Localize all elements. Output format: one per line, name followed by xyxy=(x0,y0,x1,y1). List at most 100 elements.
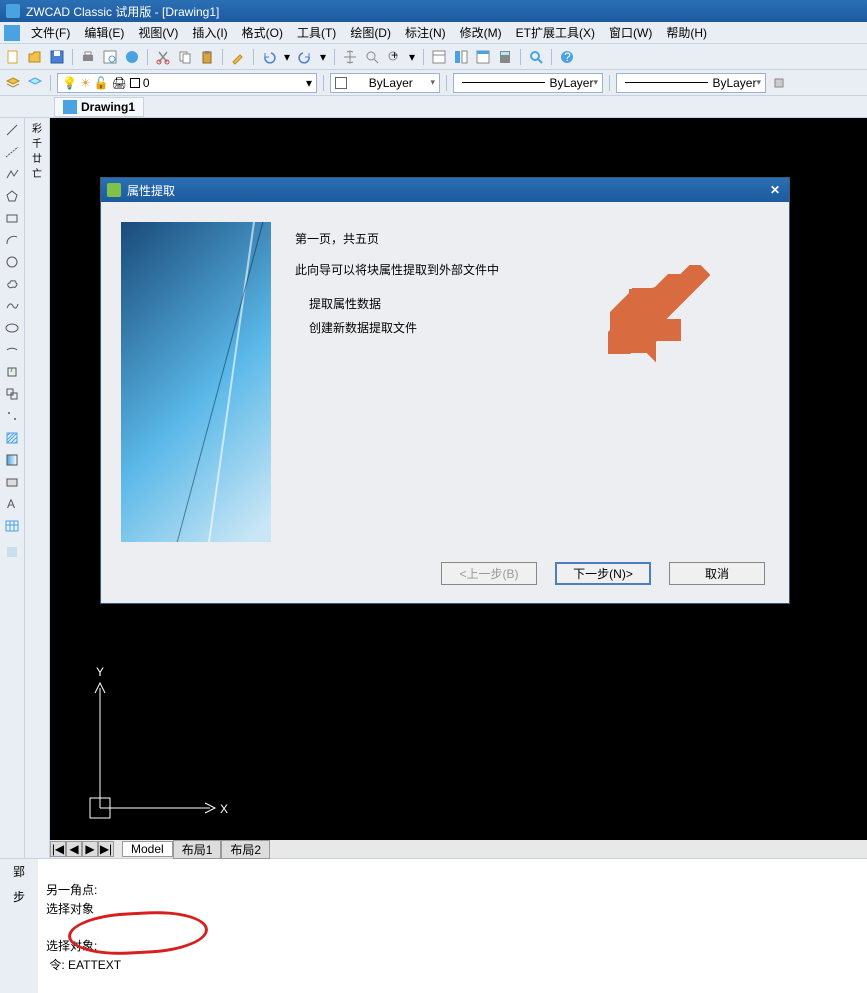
layout-tabs: |◀ ◀ ▶ ▶| Model 布局1 布局2 xyxy=(50,840,867,858)
dialog-titlebar[interactable]: 属性提取 ✕ xyxy=(101,178,789,202)
plot-icon: 🖨 xyxy=(112,76,127,90)
paste-icon[interactable] xyxy=(198,48,216,66)
find-icon[interactable] xyxy=(527,48,545,66)
tool-palettes-icon[interactable] xyxy=(474,48,492,66)
menu-view[interactable]: 视图(V) xyxy=(131,22,185,43)
spline-icon[interactable] xyxy=(2,296,22,316)
help-icon[interactable]: ? xyxy=(558,48,576,66)
dialog-icon xyxy=(107,183,121,197)
gradient-icon[interactable] xyxy=(2,450,22,470)
menu-edit[interactable]: 编辑(E) xyxy=(77,22,131,43)
new-icon[interactable] xyxy=(4,48,22,66)
tab-nav-last[interactable]: ▶| xyxy=(98,841,114,857)
cmd-line3: 选择对象: xyxy=(46,939,97,953)
cut-icon[interactable] xyxy=(154,48,172,66)
back-button: <上一步(B) xyxy=(441,562,537,585)
menu-app-icon xyxy=(4,25,20,41)
color-swatch xyxy=(130,78,140,88)
tab-nav-prev[interactable]: ◀ xyxy=(66,841,82,857)
menu-et-ext[interactable]: ET扩展工具(X) xyxy=(509,22,602,43)
properties-icon[interactable] xyxy=(430,48,448,66)
dim-style-icon[interactable] xyxy=(2,542,22,562)
command-line[interactable]: 另一角点: 选择对象 选择对象: 令: EATTEXT xyxy=(38,859,867,993)
dialog-title-text: 属性提取 xyxy=(127,182,175,199)
cmd-label-2: 步 xyxy=(13,888,25,905)
save-icon[interactable] xyxy=(48,48,66,66)
arc-icon[interactable] xyxy=(2,230,22,250)
revcloud-icon[interactable] xyxy=(2,274,22,294)
undo-icon[interactable] xyxy=(260,48,278,66)
redo-dropdown-icon[interactable]: ▾ xyxy=(318,48,328,66)
menu-format[interactable]: 格式(O) xyxy=(235,22,290,43)
next-button[interactable]: 下一步(N)> xyxy=(555,562,651,585)
print-preview-icon[interactable] xyxy=(101,48,119,66)
menubar: 文件(F) 编辑(E) 视图(V) 插入(I) 格式(O) 工具(T) 绘图(D… xyxy=(0,22,867,44)
text-icon[interactable]: A xyxy=(2,494,22,514)
print-icon[interactable] xyxy=(79,48,97,66)
tab-model[interactable]: Model xyxy=(122,841,173,857)
calculator-icon[interactable] xyxy=(496,48,514,66)
hatch-icon[interactable] xyxy=(2,428,22,448)
menu-file[interactable]: 文件(F) xyxy=(24,22,77,43)
redo-icon[interactable] xyxy=(296,48,314,66)
ellipse-arc-icon[interactable] xyxy=(2,340,22,360)
polyline-icon[interactable] xyxy=(2,164,22,184)
table-icon[interactable] xyxy=(2,516,22,536)
menu-tools[interactable]: 工具(T) xyxy=(290,22,343,43)
layer-selector[interactable]: 💡 ☀ 🔓 🖨 0 ▾ xyxy=(57,73,317,93)
color-swatch-icon xyxy=(335,77,347,89)
rectangle-icon[interactable] xyxy=(2,208,22,228)
layer-manager-icon[interactable] xyxy=(4,74,22,92)
zoom-dropdown-icon[interactable]: ▾ xyxy=(407,48,417,66)
title-text: ZWCAD Classic 试用版 - [Drawing1] xyxy=(26,3,219,20)
attribute-extract-dialog: 属性提取 ✕ 第一页，共五页 此向导可以将块属性提取到外部文件中 提取属性数据 … xyxy=(100,177,790,604)
insert-block-icon[interactable] xyxy=(2,362,22,382)
menu-annotate[interactable]: 标注(N) xyxy=(398,22,453,43)
cmd-line1: 另一角点: xyxy=(46,883,97,897)
layer-previous-icon[interactable] xyxy=(26,74,44,92)
titlebar: ZWCAD Classic 试用版 - [Drawing1] xyxy=(0,0,867,22)
menu-help[interactable]: 帮助(H) xyxy=(659,22,714,43)
linetype-value: ByLayer xyxy=(549,76,593,90)
design-center-icon[interactable] xyxy=(452,48,470,66)
lineweight-value: ByLayer xyxy=(712,76,756,90)
cmd-line2: 选择对象 xyxy=(46,902,94,916)
match-props-icon[interactable] xyxy=(229,48,247,66)
svg-text:X: X xyxy=(220,802,228,816)
menu-window[interactable]: 窗口(W) xyxy=(602,22,659,43)
modify-label-1: 彩 xyxy=(27,120,47,135)
polygon-icon[interactable] xyxy=(2,186,22,206)
close-icon[interactable]: ✕ xyxy=(767,183,783,197)
lineweight-combo[interactable]: ByLayer ▾ xyxy=(616,73,766,93)
line-icon[interactable] xyxy=(2,120,22,140)
menu-draw[interactable]: 绘图(D) xyxy=(343,22,398,43)
region-icon[interactable] xyxy=(2,472,22,492)
make-block-icon[interactable] xyxy=(2,384,22,404)
menu-modify[interactable]: 修改(M) xyxy=(453,22,509,43)
ellipse-icon[interactable] xyxy=(2,318,22,338)
plot-style-icon[interactable] xyxy=(770,74,788,92)
cancel-button[interactable]: 取消 xyxy=(669,562,765,585)
construction-line-icon[interactable] xyxy=(2,142,22,162)
page-indicator: 第一页，共五页 xyxy=(295,230,769,247)
open-icon[interactable] xyxy=(26,48,44,66)
publish-icon[interactable] xyxy=(123,48,141,66)
tab-nav-next[interactable]: ▶ xyxy=(82,841,98,857)
point-icon[interactable] xyxy=(2,406,22,426)
circle-icon[interactable] xyxy=(2,252,22,272)
zoom-window-icon[interactable]: + xyxy=(385,48,403,66)
doc-tab[interactable]: Drawing1 xyxy=(54,97,144,117)
copy-icon[interactable] xyxy=(176,48,194,66)
pan-icon[interactable] xyxy=(341,48,359,66)
modify-label-3: 廿 xyxy=(27,150,47,165)
color-combo[interactable]: ByLayer ▾ xyxy=(330,73,440,93)
command-area: 郢 步 另一角点: 选择对象 选择对象: 令: EATTEXT xyxy=(0,858,867,993)
zoom-realtime-icon[interactable] xyxy=(363,48,381,66)
tab-layout2[interactable]: 布局2 xyxy=(221,840,270,859)
layer-toolbar: 💡 ☀ 🔓 🖨 0 ▾ ByLayer ▾ ByLayer ▾ ByLayer … xyxy=(0,70,867,96)
menu-insert[interactable]: 插入(I) xyxy=(185,22,234,43)
tab-layout1[interactable]: 布局1 xyxy=(173,840,222,859)
undo-dropdown-icon[interactable]: ▾ xyxy=(282,48,292,66)
linetype-combo[interactable]: ByLayer ▾ xyxy=(453,73,603,93)
tab-nav-first[interactable]: |◀ xyxy=(50,841,66,857)
